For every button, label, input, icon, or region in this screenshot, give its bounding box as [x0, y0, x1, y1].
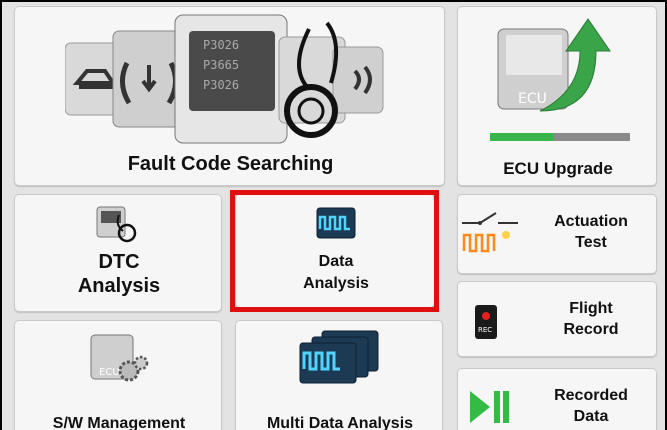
recorded-line1: Recorded	[554, 387, 628, 404]
code-1: P3026	[203, 38, 239, 52]
ecu-upgrade-tile[interactable]: ECU ECU Upgrade	[457, 6, 657, 186]
sw-ecu-text: ECU	[99, 367, 120, 378]
dtc-line2: Analysis	[77, 275, 161, 297]
actuation-test-tile[interactable]: Actuation Test	[457, 194, 657, 274]
upgrade-progress-bar	[490, 133, 630, 141]
multi-data-label: Multi Data Analysis	[266, 415, 414, 430]
code-3: P3026	[203, 78, 239, 92]
fault-code-icon: P3026 P3665 P3026	[65, 14, 384, 144]
rec-icon: REC	[475, 305, 497, 339]
ecu-gears-icon: ECU	[90, 334, 149, 382]
ecu-upgrade-label: ECU Upgrade	[503, 159, 613, 178]
fault-code-searching-tile[interactable]: P3026 P3665 P3026 Fault Code Searching	[14, 6, 445, 186]
sw-management-label: S/W Management	[52, 415, 186, 430]
selection-highlight	[230, 190, 439, 312]
fault-code-label: Fault Code Searching	[127, 153, 334, 175]
rec-text: REC	[478, 326, 492, 334]
code-2: P3665	[203, 58, 239, 72]
menu-screen: P3026 P3665 P3026 Fault Code Searching E…	[2, 2, 665, 430]
dtc-analysis-icon	[96, 206, 137, 243]
dtc-analysis-tile[interactable]: DTC Analysis	[14, 194, 222, 312]
flight-record-tile[interactable]: REC Flight Record	[457, 281, 657, 357]
recorded-data-tile[interactable]: Recorded Data	[457, 368, 657, 430]
multi-data-analysis-tile[interactable]: Multi Data Analysis	[235, 320, 443, 430]
ecu-upgrade-icon: ECU	[497, 18, 611, 112]
actuation-icon	[462, 212, 518, 253]
upgrade-progress-fill	[490, 133, 553, 141]
actuation-line2: Test	[575, 234, 607, 251]
ecu-text: ECU	[518, 91, 547, 107]
play-pause-icon	[470, 391, 509, 423]
flight-line2: Record	[563, 321, 619, 338]
flight-line1: Flight	[569, 300, 613, 317]
actuation-line1: Actuation	[554, 213, 628, 230]
dtc-line1: DTC	[98, 251, 140, 273]
sw-management-tile[interactable]: ECU S/W Management	[14, 320, 222, 430]
multi-waveform-icon	[299, 330, 379, 384]
recorded-line2: Data	[573, 408, 609, 425]
